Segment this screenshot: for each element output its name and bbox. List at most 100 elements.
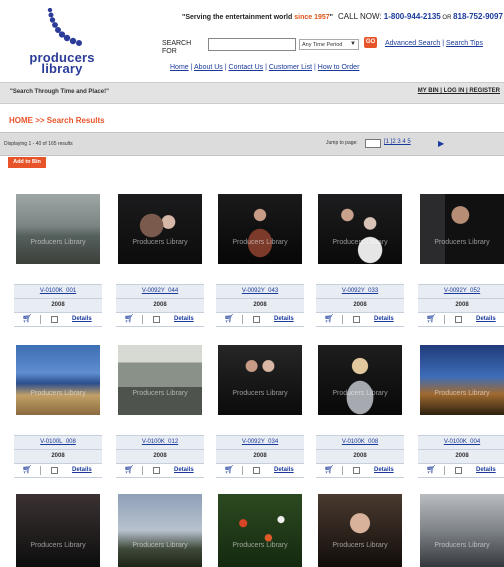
clip-card: V-0100K_008 2008 🛒︎ Details xyxy=(316,435,404,478)
details-link[interactable]: Details xyxy=(274,316,294,322)
select-checkbox[interactable] xyxy=(353,316,360,323)
clip-thumbnail[interactable]: Producers Library xyxy=(420,345,504,415)
watermark: Producers Library xyxy=(30,542,86,549)
clip-id-link[interactable]: V-0092Y_043 xyxy=(216,284,304,298)
clip-year: 2008 xyxy=(14,449,102,463)
clip-year: 2008 xyxy=(116,298,204,312)
watermark: Producers Library xyxy=(30,390,86,397)
select-checkbox[interactable] xyxy=(153,316,160,323)
phone-2: 818-752-9097 xyxy=(453,12,503,21)
select-checkbox[interactable] xyxy=(51,316,58,323)
search-links: Advanced Search | Search Tips xyxy=(385,40,483,47)
clip-thumbnail[interactable]: Producers Library xyxy=(218,494,302,567)
select-checkbox[interactable] xyxy=(455,316,462,323)
separator xyxy=(444,466,445,475)
nav-how-to-order[interactable]: How to Order xyxy=(318,64,360,71)
results-count: Displaying 1 - 40 of 165 results xyxy=(4,141,73,147)
next-page-icon[interactable]: ▶ xyxy=(438,139,444,148)
cart-icon[interactable]: 🛒︎ xyxy=(324,465,334,474)
watermark: Producers Library xyxy=(434,542,490,549)
watermark: Producers Library xyxy=(232,239,288,246)
details-link[interactable]: Details xyxy=(174,467,194,473)
details-link[interactable]: Details xyxy=(476,467,496,473)
clip-thumbnail[interactable]: Producers Library xyxy=(218,345,302,415)
clip-id-link[interactable]: V-0092Y_044 xyxy=(116,284,204,298)
separator xyxy=(342,315,343,324)
nav-about-us[interactable]: About Us xyxy=(194,64,223,71)
slogan: "Search Through Time and Place!" xyxy=(10,89,109,95)
search-input[interactable] xyxy=(208,38,296,51)
clip-id-link[interactable]: V-0100K_004 xyxy=(418,435,504,449)
clip-card: V-0100L_008 2008 🛒︎ Details xyxy=(14,435,102,478)
details-link[interactable]: Details xyxy=(374,467,394,473)
watermark: Producers Library xyxy=(132,542,188,549)
clip-id-link[interactable]: V-0092Y_034 xyxy=(216,435,304,449)
clip-thumbnail[interactable]: Producers Library xyxy=(16,494,100,567)
phone-1: 1-800-944-2135 xyxy=(383,12,441,21)
clip-id-link[interactable]: V-0100K_008 xyxy=(316,435,404,449)
cart-icon[interactable]: 🛒︎ xyxy=(224,314,234,323)
cart-icon[interactable]: 🛒︎ xyxy=(22,465,32,474)
clip-thumbnail[interactable]: Producers Library xyxy=(318,345,402,415)
cart-icon[interactable]: 🛒︎ xyxy=(224,465,234,474)
logo[interactable]: producers library xyxy=(12,8,112,78)
clip-thumbnail[interactable]: Producers Library xyxy=(118,194,202,264)
clip-id-link[interactable]: V-0100L_008 xyxy=(14,435,102,449)
clip-id-link[interactable]: V-0100K_012 xyxy=(116,435,204,449)
cart-icon[interactable]: 🛒︎ xyxy=(124,314,134,323)
clip-thumbnail[interactable]: Producers Library xyxy=(118,494,202,567)
details-link[interactable]: Details xyxy=(476,316,496,322)
clip-year: 2008 xyxy=(14,298,102,312)
clip-thumbnail[interactable]: Producers Library xyxy=(16,345,100,415)
clip-thumbnail[interactable]: Producers Library xyxy=(318,494,402,567)
time-period-select[interactable]: Any Time Period ▼ xyxy=(299,39,359,50)
search-tips-link[interactable]: Search Tips xyxy=(446,40,483,47)
details-link[interactable]: Details xyxy=(72,467,92,473)
watermark: Producers Library xyxy=(232,542,288,549)
details-link[interactable]: Details xyxy=(174,316,194,322)
cart-icon[interactable]: 🛒︎ xyxy=(124,465,134,474)
select-checkbox[interactable] xyxy=(253,467,260,474)
clip-actions: 🛒︎ Details xyxy=(316,312,404,327)
clip-id-link[interactable]: V-0092Y_052 xyxy=(418,284,504,298)
clip-id-link[interactable]: V-0092Y_033 xyxy=(316,284,404,298)
nav-home[interactable]: Home xyxy=(170,64,189,71)
select-checkbox[interactable] xyxy=(253,316,260,323)
clip-actions: 🛒︎ Details xyxy=(216,463,304,478)
clip-id-link[interactable]: V-0100K_001 xyxy=(14,284,102,298)
go-button[interactable]: GO xyxy=(364,37,377,48)
advanced-search-link[interactable]: Advanced Search xyxy=(385,40,440,47)
clip-thumbnail[interactable]: Producers Library xyxy=(16,194,100,264)
select-checkbox[interactable] xyxy=(153,467,160,474)
cart-icon[interactable]: 🛒︎ xyxy=(324,314,334,323)
select-checkbox[interactable] xyxy=(51,467,58,474)
clip-year: 2008 xyxy=(216,449,304,463)
select-checkbox[interactable] xyxy=(353,467,360,474)
clip-thumbnail[interactable]: Producers Library xyxy=(420,494,504,567)
clip-thumbnail[interactable]: Producers Library xyxy=(318,194,402,264)
cart-icon[interactable]: 🛒︎ xyxy=(22,314,32,323)
jump-to-page-input[interactable] xyxy=(365,139,381,148)
page-links[interactable]: [1 ]2 3 4 5 xyxy=(384,139,411,145)
details-link[interactable]: Details xyxy=(274,467,294,473)
separator xyxy=(40,466,41,475)
clip-card: V-0092Y_043 2008 🛒︎ Details xyxy=(216,284,304,327)
clip-actions: 🛒︎ Details xyxy=(418,463,504,478)
slogan-bar: "Search Through Time and Place!" MY BIN … xyxy=(0,82,504,104)
select-checkbox[interactable] xyxy=(455,467,462,474)
clip-thumbnail[interactable]: Producers Library xyxy=(420,194,504,264)
chevron-down-icon: ▼ xyxy=(350,41,356,47)
clip-thumbnail[interactable]: Producers Library xyxy=(118,345,202,415)
details-link[interactable]: Details xyxy=(72,316,92,322)
watermark: Producers Library xyxy=(332,542,388,549)
watermark: Producers Library xyxy=(132,239,188,246)
add-to-bin-button[interactable]: Add to Bin xyxy=(8,157,46,168)
account-links[interactable]: MY BIN | LOG IN | REGISTER xyxy=(418,88,500,94)
clip-year: 2008 xyxy=(116,449,204,463)
cart-icon[interactable]: 🛒︎ xyxy=(426,314,436,323)
details-link[interactable]: Details xyxy=(374,316,394,322)
cart-icon[interactable]: 🛒︎ xyxy=(426,465,436,474)
nav-customer-list[interactable]: Customer List xyxy=(269,64,312,71)
nav-contact-us[interactable]: Contact Us xyxy=(229,64,264,71)
clip-thumbnail[interactable]: Producers Library xyxy=(218,194,302,264)
